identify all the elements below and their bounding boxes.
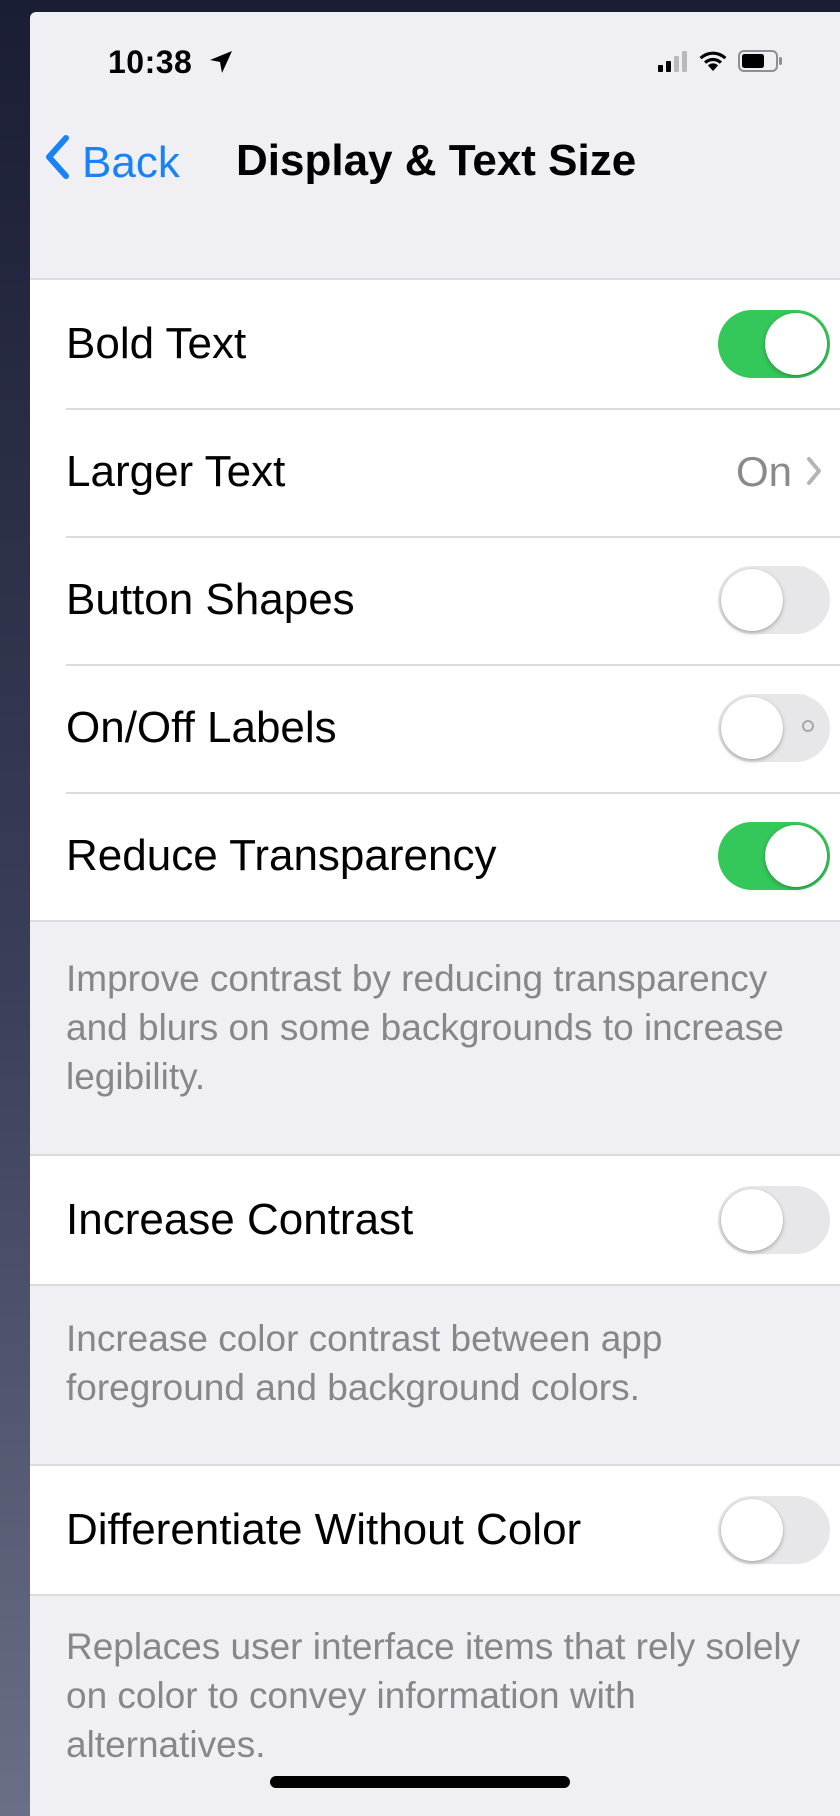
toggle-knob [721, 1499, 783, 1561]
navigation-bar: Back Display & Text Size [30, 112, 840, 212]
chevron-right-icon [806, 448, 822, 496]
settings-screen: 10:38 Back Display & Text Size Bold Text… [30, 12, 840, 1816]
onoff-labels-label: On/Off Labels [66, 703, 337, 752]
status-time: 10:38 [108, 44, 234, 83]
button-shapes-label: Button Shapes [66, 575, 355, 624]
bold-text-row: Bold Text [30, 280, 840, 408]
back-label: Back [82, 137, 180, 187]
increase-contrast-label: Increase Contrast [66, 1195, 414, 1244]
onoff-labels-toggle[interactable] [718, 694, 830, 762]
reduce-transparency-row: Reduce Transparency [30, 792, 840, 920]
status-time-text: 10:38 [108, 44, 193, 80]
wifi-icon [698, 50, 728, 77]
reduce-transparency-toggle[interactable] [718, 822, 830, 890]
larger-text-value: On [735, 448, 792, 495]
chevron-left-icon [44, 134, 70, 191]
status-icons [658, 50, 784, 77]
increase-contrast-toggle[interactable] [718, 1186, 830, 1254]
increase-contrast-row: Increase Contrast [30, 1156, 840, 1284]
differentiate-toggle[interactable] [718, 1496, 830, 1564]
toggle-knob [721, 569, 783, 631]
larger-text-label: Larger Text [66, 447, 286, 496]
larger-text-row[interactable]: Larger Text On [30, 408, 840, 536]
toggle-knob [765, 825, 827, 887]
toggle-knob [765, 313, 827, 375]
larger-text-disclosure[interactable]: On [736, 448, 822, 496]
button-shapes-toggle[interactable] [718, 566, 830, 634]
onoff-labels-row: On/Off Labels [30, 664, 840, 792]
differentiate-footer: Replaces user interface items that rely … [66, 1626, 801, 1765]
page-title: Display & Text Size [236, 136, 637, 185]
off-indicator-icon [802, 720, 814, 732]
status-bar: 10:38 [30, 12, 840, 112]
location-arrow-icon [208, 46, 234, 83]
home-indicator[interactable] [270, 1776, 570, 1788]
increase-contrast-footer: Increase color contrast between app fore… [66, 1318, 663, 1408]
toggle-knob [721, 1189, 783, 1251]
cellular-signal-icon [658, 50, 688, 77]
back-button[interactable]: Back [44, 134, 180, 191]
display-options-group: Bold Text Larger Text On Button Shapes O… [30, 278, 840, 922]
toggle-knob [721, 697, 783, 759]
differentiate-row: Differentiate Without Color [30, 1466, 840, 1594]
reduce-transparency-footer: Improve contrast by reducing transparenc… [66, 958, 784, 1097]
bold-text-label: Bold Text [66, 319, 247, 368]
button-shapes-row: Button Shapes [30, 536, 840, 664]
battery-icon [738, 50, 784, 77]
color-group: Differentiate Without Color [30, 1464, 840, 1596]
reduce-transparency-label: Reduce Transparency [66, 831, 497, 880]
differentiate-label: Differentiate Without Color [66, 1505, 582, 1554]
contrast-group: Increase Contrast [30, 1154, 840, 1286]
bold-text-toggle[interactable] [718, 310, 830, 378]
